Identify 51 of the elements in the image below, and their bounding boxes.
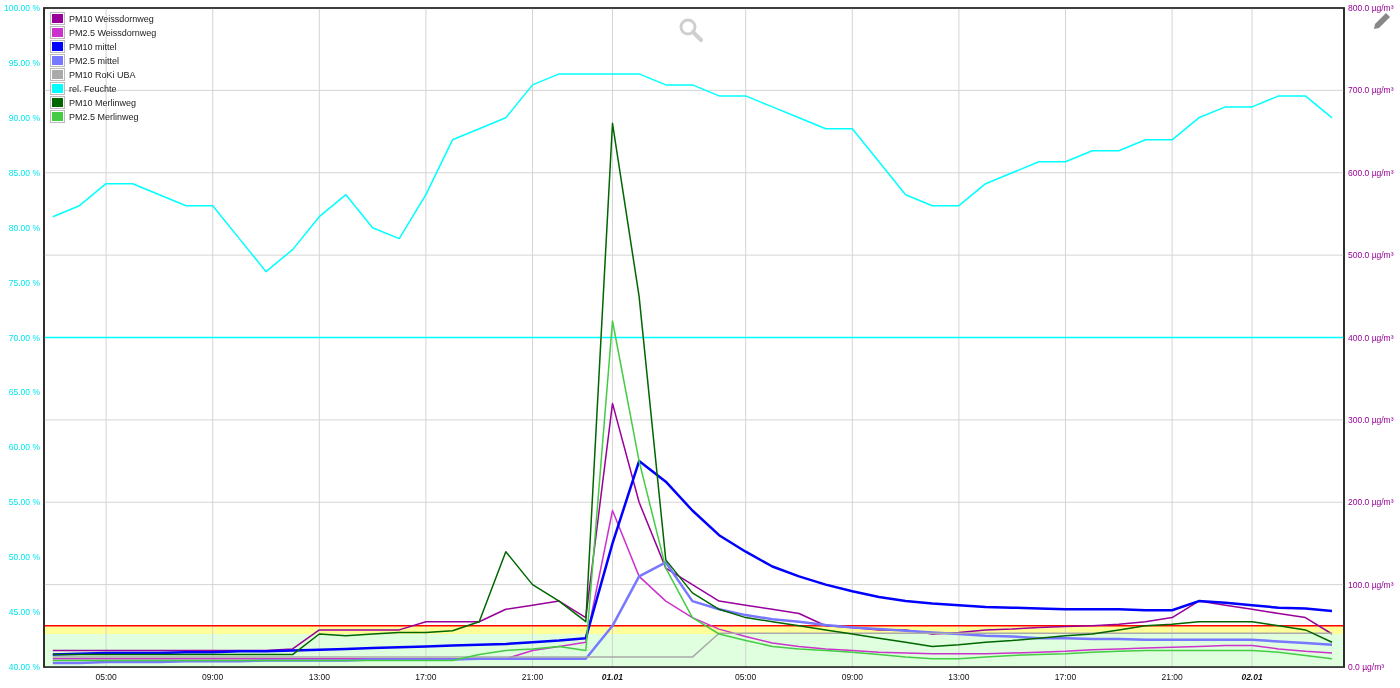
legend-label: PM10 Weissdornweg [69, 13, 154, 24]
y-axis-label: 500.0 µg/m³ [1348, 250, 1394, 261]
legend-label: PM2.5 mittel [69, 55, 120, 66]
y-axis-label: 800.0 µg/m³ [1348, 3, 1394, 13]
legend-label: PM2.5 Merlinweg [69, 111, 139, 122]
x-axis-label: 13:00 [948, 672, 970, 682]
y-axis-label: 700.0 µg/m³ [1348, 85, 1394, 96]
y-axis-label: 40.00 % [8, 662, 40, 672]
y-axis-label: 100.0 µg/m³ [1348, 579, 1394, 590]
legend-item[interactable]: PM10 RoKi UBA [50, 68, 157, 81]
y-axis-label: 300.0 µg/m³ [1348, 414, 1394, 425]
legend-item[interactable]: PM10 Merlinweg [50, 96, 157, 109]
x-axis-label: 13:00 [308, 672, 330, 682]
x-axis-label: 21:00 [521, 672, 544, 682]
x-axis-label: 09:00 [841, 672, 863, 682]
x-axis-label: 05:00 [735, 672, 757, 682]
legend-label: PM10 mittel [69, 41, 117, 52]
legend-item[interactable]: PM2.5 Weissdornweg [50, 26, 157, 39]
y-axis-label: 75.00 % [8, 277, 40, 288]
x-axis-label: 01.01 [601, 672, 624, 682]
x-axis-label: 17:00 [415, 672, 437, 682]
y-axis-label: 90.00 % [8, 112, 40, 123]
y-axis-label: 80.00 % [8, 222, 40, 233]
pencil-icon[interactable] [1374, 13, 1390, 29]
x-axis-label: 05:00 [95, 672, 117, 682]
y-axis-label: 55.00 % [8, 497, 40, 508]
y-axis-label: 400.0 µg/m³ [1348, 332, 1394, 343]
y-axis-label: 95.00 % [8, 57, 40, 68]
y-axis-label: 65.00 % [8, 387, 40, 398]
y-axis-label: 600.0 µg/m³ [1348, 167, 1394, 178]
y-axis-label: 100.00 % [4, 3, 40, 13]
legend-item[interactable]: PM2.5 Merlinweg [50, 110, 157, 123]
legend-item[interactable]: PM10 mittel [50, 40, 157, 53]
x-axis-label: 21:00 [1161, 672, 1183, 682]
legend-label: PM10 Merlinweg [69, 97, 137, 108]
x-axis-label: 17:00 [1054, 672, 1077, 682]
legend-item[interactable]: rel. Feuchte [50, 82, 157, 95]
y-axis-label: 70.00 % [8, 332, 40, 343]
y-axis-label: 50.00 % [8, 552, 40, 563]
y-axis-label: 0.0 µg/m³ [1348, 662, 1385, 672]
x-axis-label: 02.01 [1241, 672, 1263, 682]
legend-item[interactable]: PM10 Weissdornweg [50, 12, 157, 25]
y-axis-label: 85.00 % [8, 167, 40, 178]
legend-label: rel. Feuchte [69, 83, 117, 94]
legend-label: PM2.5 Weissdornweg [69, 27, 157, 38]
x-axis-label: 09:00 [202, 672, 224, 682]
y-axis-label: 60.00 % [8, 442, 40, 453]
legend-label: PM10 RoKi UBA [69, 69, 136, 80]
y-axis-label: 45.00 % [8, 607, 40, 618]
legend-item[interactable]: PM2.5 mittel [50, 54, 157, 67]
y-axis-label: 200.0 µg/m³ [1348, 497, 1394, 508]
